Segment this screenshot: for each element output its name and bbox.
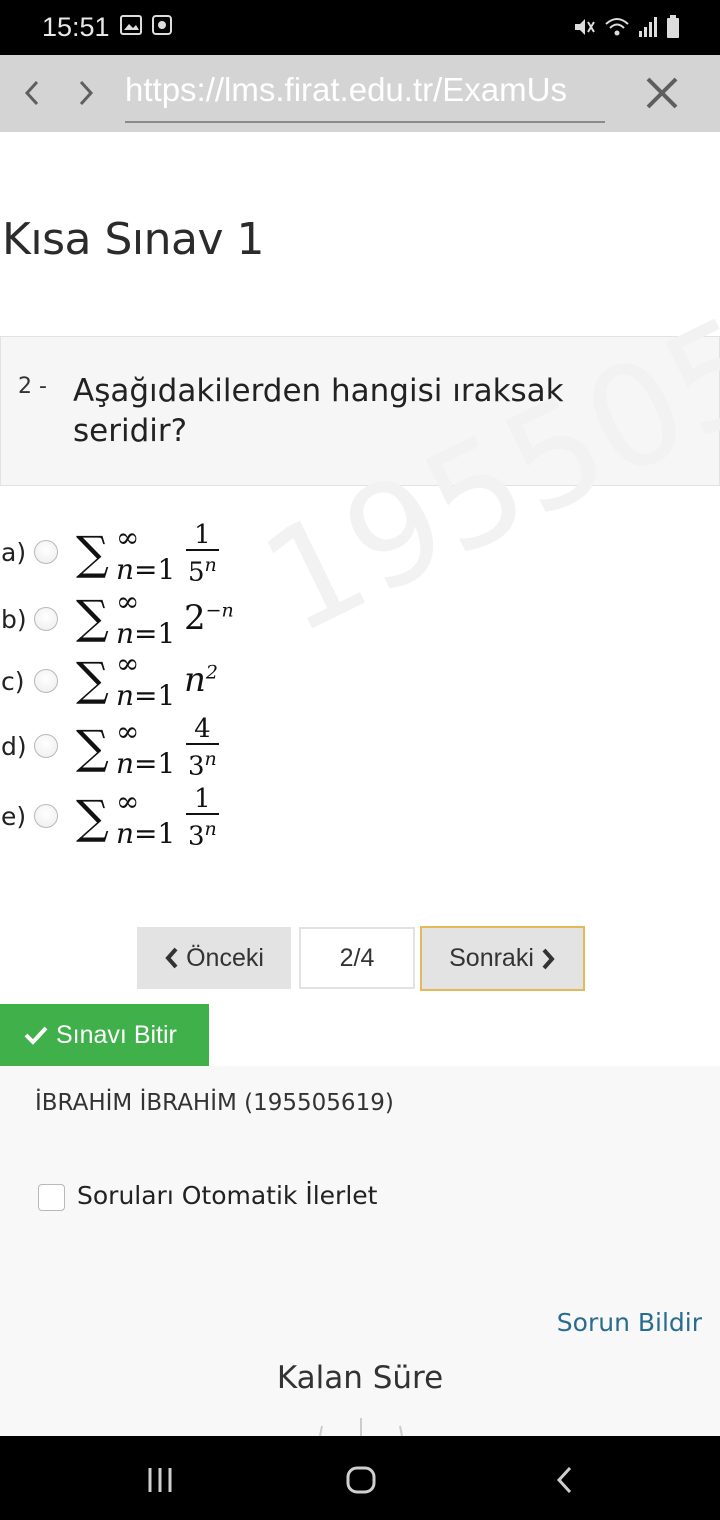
chevron-right-icon	[79, 80, 94, 106]
sum-upper-limit: ∞	[116, 520, 140, 554]
option-formula: ∑ ∞ n=1 4 3n	[76, 715, 219, 781]
url-field[interactable]: https://lms.firat.edu.tr/ExamUs	[125, 63, 605, 123]
next-label: Sonraki	[449, 944, 534, 972]
battery-icon	[666, 15, 680, 44]
mute-icon	[572, 16, 596, 43]
sigma-symbol: ∑	[76, 652, 109, 706]
sigma-symbol: ∑	[76, 590, 109, 644]
exam-info-panel: İBRAHİM İBRAHİM (195505619) Soruları Oto…	[0, 1066, 720, 1436]
checkmark-icon	[24, 1026, 48, 1045]
student-name: İBRAHİM İBRAHİM (195505619)	[35, 1090, 394, 1116]
close-icon	[646, 77, 678, 109]
fraction-term: 1 5n	[186, 520, 219, 588]
option-letter: d)	[1, 732, 27, 761]
option-formula: ∑ ∞ n=1 2−n	[76, 585, 234, 650]
status-bar: 15:51	[0, 0, 720, 55]
option-radio[interactable]	[34, 804, 58, 828]
previous-label: Önceki	[186, 943, 264, 972]
option-letter: b)	[1, 605, 27, 634]
forward-button[interactable]	[66, 69, 106, 117]
option-formula: ∑ ∞ n=1 1 5n	[76, 521, 219, 587]
sum-upper-limit: ∞	[116, 784, 140, 818]
signal-icon	[638, 16, 658, 43]
page-title: Kısa Sınav 1	[2, 214, 264, 265]
page-indicator: 2/4	[299, 927, 415, 989]
power-term: 2−n	[184, 598, 234, 638]
report-issue-link[interactable]: Sorun Bildir	[557, 1308, 702, 1337]
sum-upper-limit: ∞	[116, 647, 140, 680]
fraction-term: 1 3n	[186, 784, 219, 852]
timer-gauge-icon	[319, 1418, 403, 1436]
close-button[interactable]	[642, 73, 682, 113]
option-formula: ∑ ∞ n=1 1 3n	[76, 785, 219, 851]
sum-lower-limit: n=1	[116, 552, 176, 586]
screen-record-icon	[152, 15, 172, 40]
chevron-left-icon	[24, 80, 39, 106]
home-button[interactable]	[331, 1458, 391, 1502]
option-radio[interactable]	[34, 607, 58, 631]
system-back-button[interactable]	[534, 1458, 594, 1502]
browser-toolbar: https://lms.firat.edu.tr/ExamUs	[0, 55, 720, 132]
option-formula: ∑ ∞ n=1 n2	[76, 647, 218, 712]
finish-label: Sınavı Bitir	[56, 1020, 177, 1049]
answer-option[interactable]: b) ∑ ∞ n=1 2−n	[0, 585, 720, 650]
home-icon	[346, 1466, 376, 1494]
sum-upper-limit: ∞	[116, 585, 140, 618]
recent-apps-icon	[148, 1468, 172, 1492]
back-button[interactable]	[12, 69, 52, 117]
answer-option[interactable]: d) ∑ ∞ n=1 4 3n	[0, 715, 720, 781]
option-letter: c)	[1, 667, 25, 696]
fraction-term: 4 3n	[186, 714, 219, 782]
previous-button[interactable]: Önceki	[137, 927, 291, 989]
question-number: 2 -	[18, 374, 47, 399]
sum-lower-limit: n=1	[116, 679, 176, 712]
image-icon	[120, 15, 142, 40]
question-panel: 2 - Aşağıdakilerden hangisi ıraksak seri…	[0, 336, 720, 486]
chevron-left-icon	[165, 947, 178, 969]
back-arrow-icon	[556, 1466, 572, 1494]
option-letter: a)	[1, 538, 27, 567]
wifi-icon	[604, 16, 630, 43]
option-radio[interactable]	[34, 540, 58, 564]
sigma-symbol: ∑	[76, 789, 109, 844]
recent-apps-button[interactable]	[130, 1458, 190, 1502]
sum-lower-limit: n=1	[116, 816, 176, 850]
next-button[interactable]: Sonraki	[420, 926, 585, 991]
answer-option[interactable]: c) ∑ ∞ n=1 n2	[0, 647, 720, 712]
auto-advance-label[interactable]: Soruları Otomatik İlerlet	[77, 1181, 377, 1210]
option-radio[interactable]	[34, 734, 58, 758]
system-navigation-bar	[0, 1436, 720, 1520]
answer-option[interactable]: e) ∑ ∞ n=1 1 3n	[0, 785, 720, 851]
question-text: Aşağıdakilerden hangisi ıraksak seridir?	[73, 373, 564, 449]
option-radio[interactable]	[34, 669, 58, 693]
option-letter: e)	[1, 802, 27, 831]
power-term: n2	[184, 660, 218, 700]
answer-option[interactable]: a) ∑ ∞ n=1 1 5n	[0, 521, 720, 587]
remaining-time-title: Kalan Süre	[276, 1360, 444, 1396]
sum-upper-limit: ∞	[116, 714, 140, 748]
sum-lower-limit: n=1	[116, 617, 176, 650]
chevron-right-icon	[542, 948, 555, 969]
finish-exam-button[interactable]: Sınavı Bitir	[0, 1004, 209, 1066]
sigma-symbol: ∑	[76, 719, 109, 774]
sigma-symbol: ∑	[76, 525, 109, 580]
status-time: 15:51	[42, 12, 110, 42]
sum-lower-limit: n=1	[116, 746, 176, 780]
auto-advance-checkbox[interactable]	[38, 1184, 65, 1211]
